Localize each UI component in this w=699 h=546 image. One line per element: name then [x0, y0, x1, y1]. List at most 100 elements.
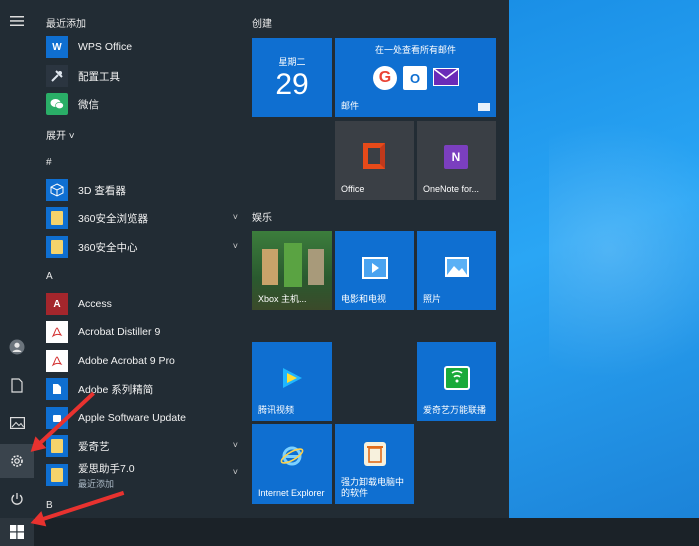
folder-icon [46, 236, 68, 258]
calendar-weekday: 星期二 [278, 57, 306, 67]
photos-icon [445, 257, 469, 277]
tile-label: 照片 [423, 294, 442, 304]
app-label: 微信 [78, 98, 99, 111]
hamburger-menu-button[interactable] [0, 4, 34, 38]
tile-label: OneNote for... [423, 184, 480, 194]
movies-icon [362, 257, 388, 279]
start-menu: 最近添加 W WPS Office 配置工具 微信 展开 ˅ # 3D 查看器 … [0, 0, 509, 518]
character-figure [262, 249, 278, 285]
character-figure [284, 243, 302, 287]
app-adobe-series[interactable]: Adobe 系列精简 [46, 376, 246, 402]
iqiyi-cast-tile[interactable]: 爱奇艺万能联播 [417, 342, 496, 421]
mail-tile[interactable]: 在一处查看所有邮件 G O 邮件 [335, 38, 496, 117]
app-label: 爱思助手7.0 最近添加 [78, 461, 135, 490]
tile-label: Office [341, 184, 365, 194]
app-label: WPS Office [78, 41, 133, 53]
cube-icon [46, 179, 68, 201]
user-account-button[interactable] [0, 330, 34, 364]
app-acrobat-distiller[interactable]: Acrobat Distiller 9 [46, 319, 246, 345]
tools-icon [46, 65, 68, 87]
folder-icon [46, 464, 68, 486]
tiles-area: 创建 星期二 29 在一处查看所有邮件 G O 邮件 Office N OneN… [244, 0, 509, 518]
onenote-tile[interactable]: N OneNote for... [417, 121, 496, 200]
office-icon [363, 143, 385, 169]
section-hash: # [46, 157, 52, 168]
chevron-down-icon[interactable]: ˅ [233, 467, 238, 477]
tencent-video-tile[interactable]: 腾讯视频 [252, 342, 332, 421]
pictures-button[interactable] [0, 406, 34, 440]
settings-icon [11, 455, 23, 467]
app-3d-viewer[interactable]: 3D 查看器 [46, 177, 246, 203]
power-button[interactable] [0, 482, 34, 516]
section-recently-added: 最近添加 [46, 19, 86, 30]
app-label: 360安全中心 [78, 241, 138, 254]
app-label: Access [78, 298, 112, 310]
app-label: Acrobat Distiller 9 [78, 326, 161, 338]
chevron-down-icon[interactable]: ˅ [233, 440, 238, 450]
app-360-browser[interactable]: 360安全浏览器 ˅ [46, 205, 246, 231]
pictures-icon [9, 417, 25, 429]
google-icon: G [373, 66, 397, 90]
windows-logo-icon [10, 525, 24, 539]
mail-caption: 在一处查看所有邮件 [374, 45, 456, 55]
photos-tile[interactable]: 照片 [417, 231, 496, 310]
app-label-text: 爱思助手7.0 [78, 462, 135, 475]
user-icon [9, 339, 25, 355]
access-icon: A [46, 293, 68, 315]
app-wechat[interactable]: 微信 [46, 91, 246, 117]
app-iqiyi[interactable]: 爱奇艺 ˅ [46, 433, 246, 459]
onenote-icon: N [444, 145, 468, 169]
recently-added-note: 最近添加 [78, 478, 115, 489]
tile-label: 爱奇艺万能联播 [423, 405, 487, 415]
start-button[interactable] [0, 518, 34, 546]
folder-icon [46, 435, 68, 457]
wechat-icon [46, 93, 68, 115]
desktop-wallpaper [509, 0, 699, 518]
iqiyi-cast-icon [444, 366, 470, 390]
ie-icon [280, 444, 304, 468]
app-access[interactable]: A Access [46, 291, 246, 317]
app-label: 3D 查看器 [78, 184, 126, 197]
group-create-header: 创建 [252, 19, 272, 30]
office-tile[interactable]: Office [335, 121, 414, 200]
app-list: 最近添加 W WPS Office 配置工具 微信 展开 ˅ # 3D 查看器 … [34, 0, 244, 518]
documents-button[interactable] [0, 368, 34, 402]
chevron-down-icon[interactable]: ˅ [233, 241, 238, 251]
app-label: Adobe Acrobat 9 Pro [78, 355, 175, 367]
document-icon [11, 377, 23, 393]
app-360-security[interactable]: 360安全中心 ˅ [46, 234, 246, 260]
uninstall-tile[interactable]: 强力卸载电脑中的软件 [335, 424, 414, 504]
pdf-icon [46, 321, 68, 343]
app-label: 配置工具 [78, 70, 120, 83]
internet-explorer-tile[interactable]: Internet Explorer [252, 424, 332, 504]
app-aisi-assistant[interactable]: 爱思助手7.0 最近添加 ˅ [46, 460, 246, 490]
section-b: B [46, 500, 53, 511]
movies-tv-tile[interactable]: 电影和电视 [335, 231, 414, 310]
tile-label: 腾讯视频 [258, 405, 295, 415]
app-label: 爱奇艺 [78, 440, 110, 453]
group-entertainment-header: 娱乐 [252, 213, 272, 224]
tile-label: Xbox 主机... [258, 294, 307, 304]
character-figure [308, 249, 324, 285]
pdf-icon [46, 350, 68, 372]
xbox-tile[interactable]: Xbox 主机... [252, 231, 332, 310]
menu-icon [10, 16, 24, 26]
chevron-down-icon[interactable]: ˅ [233, 212, 238, 222]
app-config-tool[interactable]: 配置工具 [46, 63, 246, 89]
app-wps-office[interactable]: W WPS Office [46, 34, 246, 60]
wps-icon: W [46, 36, 68, 58]
tile-label: Internet Explorer [258, 488, 325, 498]
app-label: 360安全浏览器 [78, 212, 149, 225]
mail-badge-icon [478, 103, 490, 111]
expand-recent-button[interactable]: 展开 ˅ [46, 127, 75, 142]
app-adobe-acrobat[interactable]: Adobe Acrobat 9 Pro [46, 348, 246, 374]
calendar-tile[interactable]: 星期二 29 [252, 38, 332, 117]
power-icon [11, 493, 23, 505]
tile-label: 强力卸载电脑中的软件 [341, 477, 405, 498]
folder-icon [46, 207, 68, 229]
mail-envelope-icon [433, 68, 459, 86]
outlook-icon: O [403, 66, 427, 90]
tile-label: 邮件 [341, 101, 360, 111]
document-icon [46, 378, 68, 400]
taskbar [0, 518, 699, 546]
